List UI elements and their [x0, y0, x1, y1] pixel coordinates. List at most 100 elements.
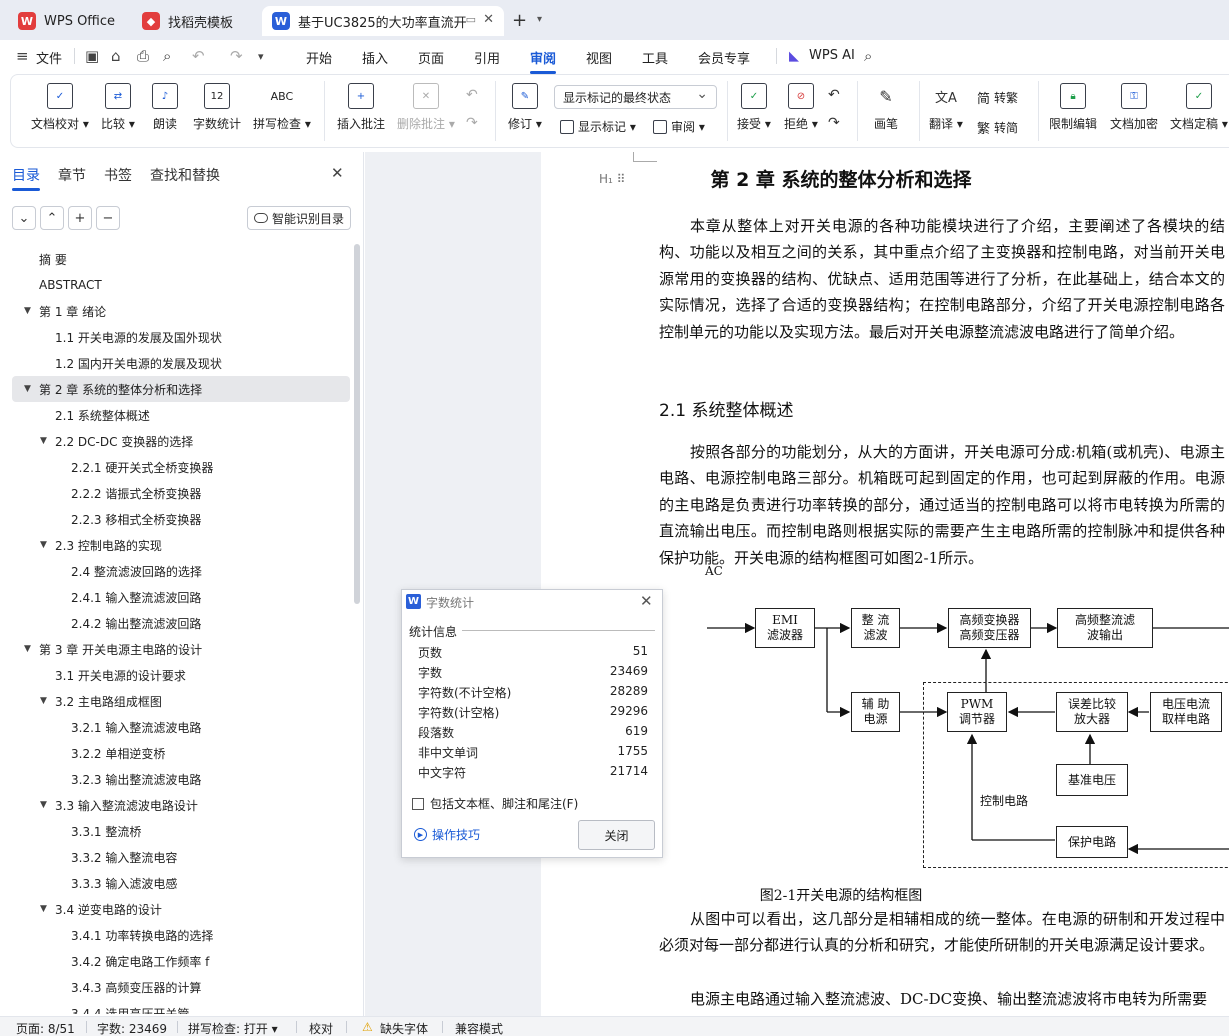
- close-tab-icon[interactable]: ✕: [483, 12, 494, 27]
- tab-docer[interactable]: ◆ 找稻壳模板: [132, 6, 256, 36]
- spell-check-button[interactable]: ABC 拼写检查 ▾: [253, 83, 311, 139]
- review-pane-button[interactable]: 审阅 ▾: [653, 118, 705, 135]
- accept-button[interactable]: ✓ 接受 ▾: [737, 83, 771, 139]
- toc-item[interactable]: 3.2.3 输出整流滤波电路: [12, 766, 350, 792]
- tips-link[interactable]: ▶ 操作技巧: [414, 826, 480, 843]
- nav-tab-toc[interactable]: 目录: [12, 165, 40, 191]
- word-count-status[interactable]: 字数: 23469: [97, 1020, 167, 1036]
- toc-item[interactable]: 3.4.4 选用高压开关管: [12, 1000, 350, 1015]
- window-icon[interactable]: ▭: [466, 13, 476, 26]
- menu-member[interactable]: 会员专享: [698, 48, 750, 67]
- collapse-arrow-icon[interactable]: ▼: [40, 696, 47, 706]
- expand-up-icon[interactable]: ⌃: [40, 206, 64, 230]
- word-count-button[interactable]: 12 字数统计: [193, 83, 241, 139]
- undo-icon[interactable]: ↶: [192, 47, 205, 65]
- close-button[interactable]: 关闭: [578, 820, 655, 850]
- tab-wps-office[interactable]: W WPS Office: [8, 6, 124, 36]
- next-comment-icon[interactable]: ↷: [466, 115, 478, 131]
- encrypt-button[interactable]: ⚿ 文档加密: [1110, 83, 1158, 139]
- menu-home[interactable]: 开始: [306, 48, 332, 67]
- close-icon[interactable]: ✕: [331, 164, 344, 182]
- page-indicator[interactable]: 页面: 8/51: [16, 1020, 75, 1036]
- to-simplified-button[interactable]: 繁 转简: [977, 118, 1018, 137]
- remove-icon[interactable]: −: [96, 206, 120, 230]
- include-textbox-checkbox[interactable]: 包括文本框、脚注和尾注(F): [412, 795, 578, 812]
- to-traditional-button[interactable]: 简 转繁: [977, 88, 1018, 107]
- scrollbar[interactable]: [354, 244, 360, 604]
- print-preview-icon[interactable]: ⌕: [163, 47, 171, 65]
- toc-item[interactable]: 3.3.1 整流桥: [12, 818, 350, 844]
- toc-item[interactable]: 2.1 系统整体概述: [12, 402, 350, 428]
- redo-icon[interactable]: ↷: [230, 47, 243, 65]
- toc-item[interactable]: 3.1 开关电源的设计要求: [12, 662, 350, 688]
- prev-change-icon[interactable]: ↶: [828, 87, 840, 103]
- tab-document[interactable]: W 基于UC3825的大功率直流开关 ▭ ✕: [262, 6, 504, 36]
- chevron-down-icon[interactable]: ▾: [258, 50, 264, 63]
- toc-item[interactable]: 2.2.1 硬开关式全桥变换器: [12, 454, 350, 480]
- toc-item[interactable]: 1.1 开关电源的发展及国外现状: [12, 324, 350, 350]
- toc-item[interactable]: 2.4.2 输出整流滤波回路: [12, 610, 350, 636]
- toc-item[interactable]: ▼ 3.2 主电路组成框图: [12, 688, 350, 714]
- nav-tab-bookmarks[interactable]: 书签: [104, 165, 132, 185]
- menu-wps-ai[interactable]: WPS AI: [809, 48, 855, 63]
- save-icon[interactable]: ▣: [85, 47, 99, 65]
- toc-item[interactable]: 2.2.2 谐振式全桥变换器: [12, 480, 350, 506]
- toc-item[interactable]: 3.2.2 单相逆变桥: [12, 740, 350, 766]
- proof-status[interactable]: 校对: [309, 1020, 333, 1036]
- toc-item[interactable]: 3.4.3 高频变压器的计算: [12, 974, 350, 1000]
- collapse-arrow-icon[interactable]: ▼: [24, 384, 31, 394]
- menu-tools[interactable]: 工具: [642, 48, 668, 67]
- toc-item[interactable]: 摘 要: [12, 246, 350, 272]
- toc-item[interactable]: ABSTRACT: [12, 272, 350, 298]
- toc-item[interactable]: 3.4.2 确定电路工作频率 f: [12, 948, 350, 974]
- smart-toc-button[interactable]: 智能识别目录: [247, 206, 351, 230]
- add-icon[interactable]: +: [68, 206, 92, 230]
- new-tab-icon[interactable]: +: [512, 10, 527, 31]
- toc-item[interactable]: 2.4.1 输入整流滤波回路: [12, 584, 350, 610]
- hamburger-icon[interactable]: ≡: [16, 47, 29, 65]
- toc-item[interactable]: ▼ 3.3 输入整流滤波电路设计: [12, 792, 350, 818]
- compare-button[interactable]: ⇄ 比较 ▾: [101, 83, 135, 139]
- collapse-arrow-icon[interactable]: ▼: [40, 800, 47, 810]
- toc-item[interactable]: 3.2.1 输入整流滤波电路: [12, 714, 350, 740]
- revise-button[interactable]: ✎ 修订 ▾: [508, 83, 542, 139]
- markup-select[interactable]: 显示标记的最终状态: [554, 85, 717, 109]
- collapse-arrow-icon[interactable]: ▼: [40, 436, 47, 446]
- toc-item[interactable]: ▼ 2.2 DC-DC 变换器的选择: [12, 428, 350, 454]
- doc-check-button[interactable]: ✓ 文档校对 ▾: [31, 83, 89, 139]
- close-icon[interactable]: ✕: [640, 592, 653, 610]
- collapse-arrow-icon[interactable]: ▼: [40, 904, 47, 914]
- missing-font-status[interactable]: 缺失字体: [380, 1020, 428, 1036]
- finalize-button[interactable]: ✓ 文档定稿 ▾: [1170, 83, 1228, 139]
- toc-item[interactable]: 3.4.1 功率转换电路的选择: [12, 922, 350, 948]
- toc-item[interactable]: ▼ 第 2 章 系统的整体分析和选择: [12, 376, 350, 402]
- prev-comment-icon[interactable]: ↶: [466, 87, 478, 103]
- toc-item[interactable]: 2.4 整流滤波回路的选择: [12, 558, 350, 584]
- read-aloud-button[interactable]: ♪ 朗读: [152, 83, 178, 139]
- menu-file[interactable]: 文件: [36, 48, 62, 67]
- print-icon[interactable]: ⎙: [137, 47, 149, 65]
- toc-item[interactable]: ▼ 3.4 逆变电路的设计: [12, 896, 350, 922]
- menu-insert[interactable]: 插入: [362, 48, 388, 67]
- menu-view[interactable]: 视图: [586, 48, 612, 67]
- show-markup-button[interactable]: 显示标记 ▾: [560, 118, 636, 135]
- menu-review[interactable]: 审阅: [530, 48, 557, 74]
- toc-item[interactable]: 1.2 国内开关电源的发展及现状: [12, 350, 350, 376]
- toc-item[interactable]: 3.3.2 输入整流电容: [12, 844, 350, 870]
- delete-comment-button[interactable]: ✕ 删除批注 ▾: [397, 83, 455, 139]
- pen-button[interactable]: ✎ 画笔: [873, 83, 899, 139]
- nav-tab-chapters[interactable]: 章节: [58, 165, 86, 185]
- chevron-down-icon[interactable]: ▾: [537, 14, 542, 25]
- next-change-icon[interactable]: ↷: [828, 115, 840, 131]
- collapse-arrow-icon[interactable]: ▼: [24, 306, 31, 316]
- translate-button[interactable]: 文A 翻译 ▾: [929, 83, 963, 139]
- share-icon[interactable]: ⌂: [111, 47, 121, 65]
- toc-item[interactable]: ▼ 第 1 章 绪论: [12, 298, 350, 324]
- dialog-title-bar[interactable]: W 字数统计: [402, 590, 662, 614]
- toc-item[interactable]: ▼ 第 3 章 开关电源主电路的设计: [12, 636, 350, 662]
- toc-item[interactable]: 3.3.3 输入滤波电感: [12, 870, 350, 896]
- menu-reference[interactable]: 引用: [474, 48, 500, 67]
- spell-check-status[interactable]: 拼写检查: 打开 ▾: [188, 1020, 278, 1036]
- menu-page[interactable]: 页面: [418, 48, 444, 67]
- collapse-icon[interactable]: ⌄: [12, 206, 36, 230]
